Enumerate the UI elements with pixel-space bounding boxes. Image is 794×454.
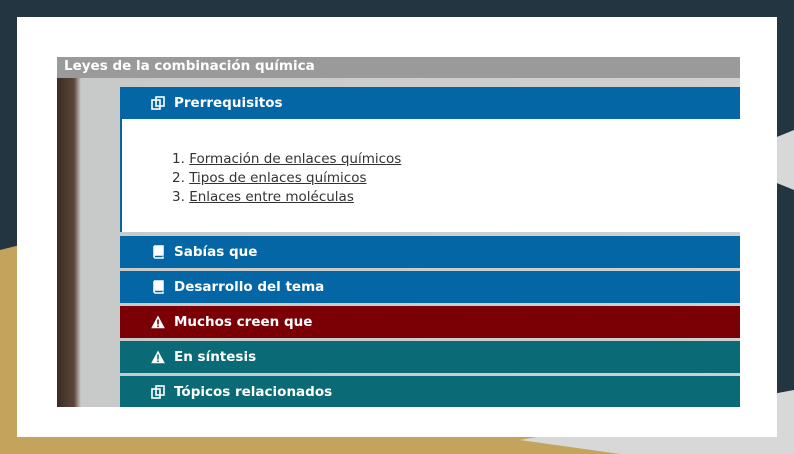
prerequisite-link[interactable]: Formación de enlaces químicos xyxy=(189,151,401,167)
list-number: 3. xyxy=(172,189,185,205)
section-label: En síntesis xyxy=(174,349,257,365)
section-label: Desarrollo del tema xyxy=(174,279,325,295)
section-label: Sabías que xyxy=(174,244,258,260)
section-header-topicos-relacionados[interactable]: Tópicos relacionados xyxy=(120,376,740,407)
warning-icon xyxy=(150,349,166,365)
section-panel-prerrequisitos: 1. Formación de enlaces químicos 2. Tipo… xyxy=(120,119,740,232)
section-header-sabias-que[interactable]: Sabías que xyxy=(120,236,740,268)
list-number: 2. xyxy=(172,170,185,186)
section-label: Prerrequisitos xyxy=(174,95,283,111)
content-viewport: Leyes de la combinación química Prerrequ… xyxy=(57,57,740,407)
list-item: 3. Enlaces entre moléculas xyxy=(172,188,740,207)
list-item: 1. Formación de enlaces químicos xyxy=(172,150,740,169)
content-frame: Leyes de la combinación química Prerrequ… xyxy=(17,17,777,437)
list-item: 2. Tipos de enlaces químicos xyxy=(172,169,740,188)
book-icon xyxy=(150,279,166,295)
warning-icon xyxy=(150,314,166,330)
prerequisite-link[interactable]: Tipos de enlaces químicos xyxy=(189,170,366,186)
copy-icon xyxy=(150,95,166,111)
section-header-desarrollo-del-tema[interactable]: Desarrollo del tema xyxy=(120,271,740,303)
section-header-en-sintesis[interactable]: En síntesis xyxy=(120,341,740,373)
prerequisite-link[interactable]: Enlaces entre moléculas xyxy=(189,189,354,205)
prerequisites-list: 1. Formación de enlaces químicos 2. Tipo… xyxy=(172,150,740,207)
accordion: Prerrequisitos 1. Formación de enlaces q… xyxy=(120,87,740,407)
section-label: Muchos creen que xyxy=(174,314,313,330)
section-header-prerrequisitos[interactable]: Prerrequisitos xyxy=(120,87,740,119)
page-title: Leyes de la combinación química xyxy=(57,57,740,78)
section-header-muchos-creen-que[interactable]: Muchos creen que xyxy=(120,306,740,338)
list-number: 1. xyxy=(172,151,185,167)
section-label: Tópicos relacionados xyxy=(174,384,333,400)
copy-icon xyxy=(150,384,166,400)
book-icon xyxy=(150,244,166,260)
